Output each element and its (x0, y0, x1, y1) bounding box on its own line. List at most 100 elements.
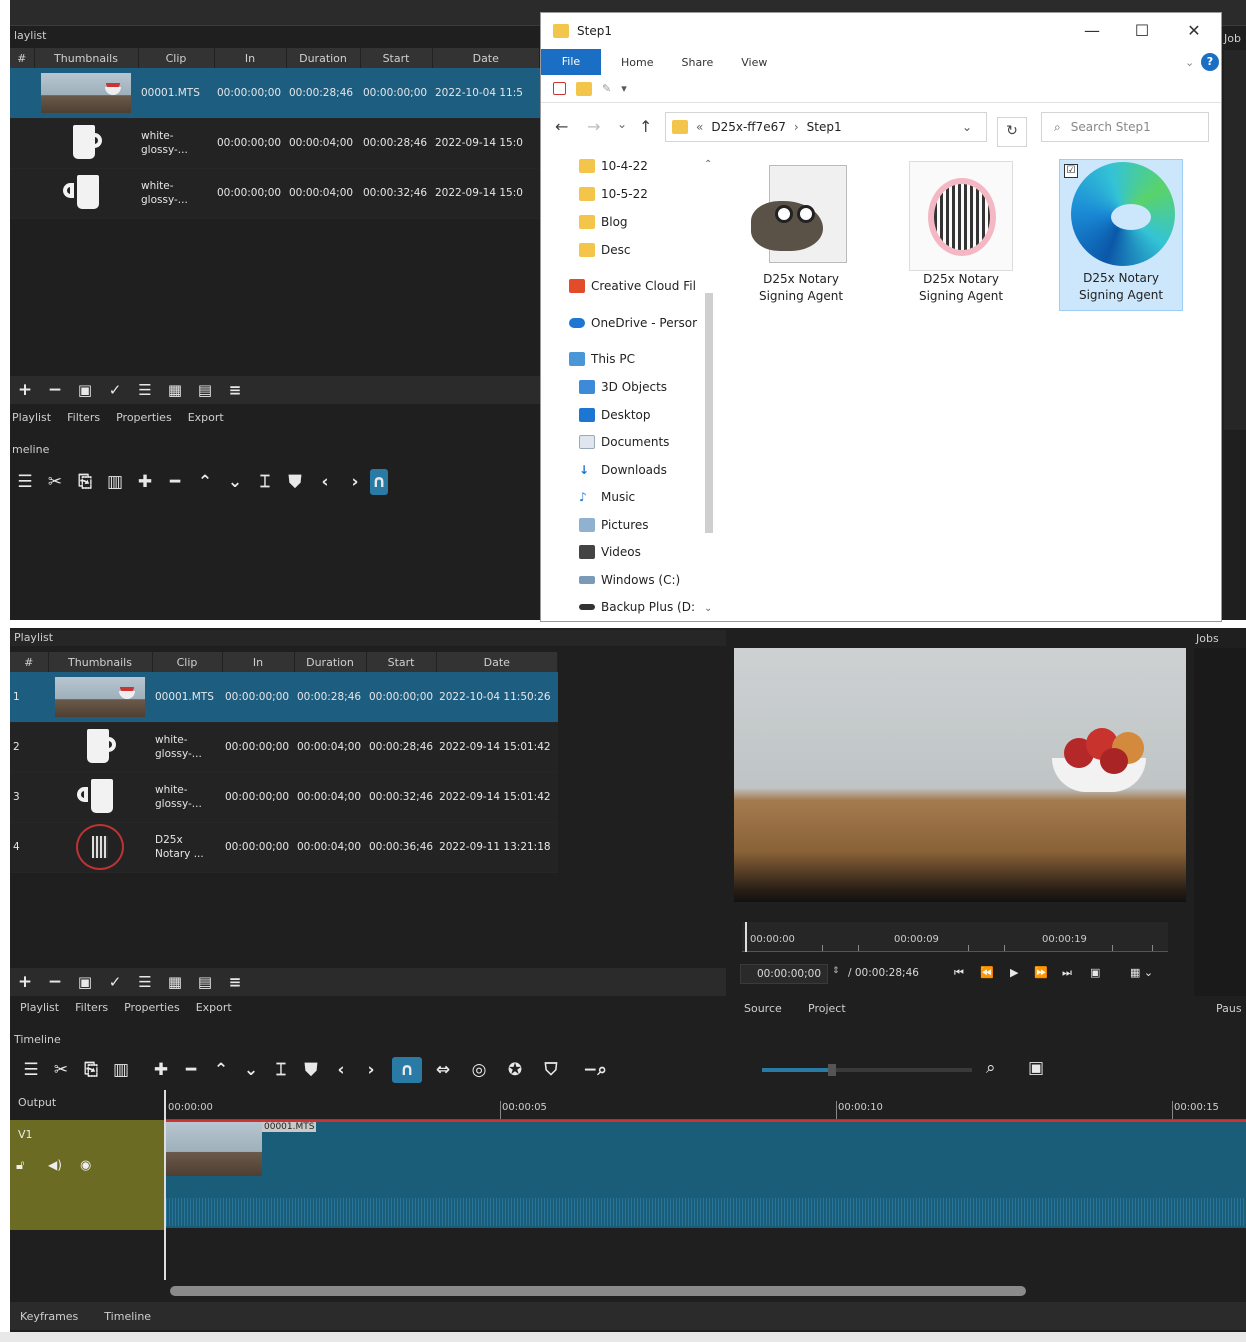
copy-icon[interactable]: ⎘ (70, 469, 100, 495)
tab-share[interactable]: Share (681, 56, 713, 69)
timeline-clip[interactable]: 00001.MTS (166, 1120, 1246, 1228)
copy-icon[interactable]: ⎘ (76, 1057, 106, 1083)
tab-filters[interactable]: Filters (59, 408, 108, 428)
split-icon[interactable]: ⌶ (250, 469, 280, 495)
zoom-fit-icon[interactable]: ▣ (1090, 966, 1100, 979)
table-row[interactable]: 1 00001.MTS 00:00:00;00 00:00:28;46 00:0… (10, 672, 558, 723)
help-icon[interactable]: ? (1201, 53, 1219, 71)
check-icon[interactable]: ✓ (100, 377, 130, 403)
table-row[interactable]: white-glossy-... 00:00:00;00 00:00:04;00… (10, 168, 540, 219)
tab-file[interactable]: File (541, 49, 601, 75)
zoom-slider-handle[interactable] (828, 1064, 836, 1076)
viewer-ruler[interactable]: 00:00:00 00:00:09 00:00:19 (742, 922, 1168, 952)
lift-icon[interactable]: ⌃ (190, 469, 220, 495)
tab-keyframes[interactable]: Keyframes (20, 1310, 78, 1323)
maximize-icon[interactable]: ☐ (1127, 21, 1157, 40)
col-thumbnails[interactable]: Thumbnails (34, 48, 139, 68)
prev-marker-icon[interactable]: ‹ (326, 1057, 356, 1083)
col-in[interactable]: In (222, 652, 295, 672)
nav-item[interactable]: Blog (579, 215, 628, 229)
pause-label[interactable]: Paus (1216, 1002, 1242, 1015)
zoom-slider[interactable] (762, 1064, 972, 1076)
col-in[interactable]: In (214, 48, 287, 68)
scrub-icon[interactable]: ⇔ (428, 1057, 458, 1083)
nav-item[interactable]: Documents (579, 435, 669, 449)
properties-icon[interactable] (553, 82, 566, 95)
marker-icon[interactable]: ⛊ (296, 1057, 326, 1083)
scroll-down-icon[interactable]: ⌄ (704, 603, 712, 614)
grid-icon[interactable]: ▦ ⌄ (1130, 966, 1153, 979)
tab-properties[interactable]: Properties (116, 998, 188, 1018)
nav-item[interactable]: Backup Plus (D: (579, 600, 701, 614)
add-icon[interactable]: + (10, 377, 40, 403)
track-header-v1[interactable]: V1 🔓︎ ◀) ◉ (10, 1120, 164, 1230)
nav-item[interactable]: Pictures (579, 518, 649, 532)
pin-icon[interactable]: ✎ (602, 82, 611, 95)
tab-playlist[interactable]: Playlist (4, 408, 59, 428)
tab-home[interactable]: Home (621, 56, 653, 69)
timeline-playhead[interactable] (164, 1090, 166, 1280)
file-item[interactable]: D25x Notary Signing Agent (897, 161, 1025, 311)
list-view-icon[interactable]: ☰ (130, 377, 160, 403)
skip-start-icon[interactable]: ⏮ (954, 966, 964, 980)
search-input[interactable]: Search Step1 (1071, 120, 1151, 134)
update-icon[interactable]: ▣ (70, 377, 100, 403)
next-marker-icon[interactable]: › (356, 1057, 386, 1083)
nav-scrollbar[interactable]: ⌃ ⌄ (701, 159, 717, 614)
list-view-icon[interactable]: ☰ (130, 969, 160, 995)
timeline-ruler[interactable]: 00:00:00 00:00:05 00:00:10 00:00:15 (166, 1090, 1246, 1120)
add-icon[interactable]: + (10, 969, 40, 995)
skip-end-icon[interactable]: ⏭ (1062, 966, 1072, 980)
tab-properties[interactable]: Properties (108, 408, 180, 428)
remove-icon[interactable]: − (40, 969, 70, 995)
nav-item[interactable]: ↓ Downloads (579, 463, 667, 477)
col-num[interactable]: # (10, 652, 49, 672)
nav-item[interactable]: Desc (579, 243, 630, 257)
tab-filters[interactable]: Filters (67, 998, 116, 1018)
col-duration[interactable]: Duration (294, 652, 367, 672)
table-row[interactable]: white-glossy-... 00:00:00;00 00:00:04;00… (10, 118, 540, 169)
close-icon[interactable]: ✕ (1179, 21, 1209, 40)
nav-item[interactable]: 3D Objects (579, 380, 667, 394)
scrollbar-thumb[interactable] (705, 293, 713, 533)
file-item-selected[interactable]: ☑ D25x Notary Signing Agent (1059, 159, 1183, 311)
qat-customize-icon[interactable]: ▾ (621, 82, 627, 95)
timecode-input[interactable]: 00:00:00;00 (740, 964, 828, 984)
up-icon[interactable]: ↑ (639, 117, 652, 136)
nav-item[interactable]: OneDrive - Persor (569, 316, 701, 330)
cut-icon[interactable]: ✂ (46, 1057, 76, 1083)
table-row[interactable]: 4 D25x Notary ... 00:00:00;00 00:00:04;0… (10, 822, 558, 873)
tab-playlist[interactable]: Playlist (12, 998, 67, 1018)
append-icon[interactable]: ✚ (146, 1057, 176, 1083)
col-date[interactable]: Date (432, 48, 540, 68)
search-box[interactable]: ⌕ Search Step1 (1041, 112, 1209, 142)
append-icon[interactable]: ✚ (130, 469, 160, 495)
next-marker-icon[interactable]: › (340, 469, 370, 495)
timeline-scrollbar[interactable] (170, 1286, 1026, 1296)
ripple-markers-icon[interactable]: ⛉ (536, 1057, 566, 1083)
col-clip[interactable]: Clip (138, 48, 215, 68)
timeline-menu-icon[interactable]: ☰ (10, 469, 40, 495)
recent-locations-icon[interactable]: ⌄ (617, 117, 627, 131)
timeline-menu-icon[interactable]: ☰ (16, 1057, 46, 1083)
table-row[interactable]: 3 white-glossy-... 00:00:00;00 00:00:04;… (10, 772, 558, 823)
rewind-icon[interactable]: ⏪ (980, 966, 994, 979)
tab-view[interactable]: View (741, 56, 767, 69)
ripple-all-icon[interactable]: ✪ (500, 1057, 530, 1083)
nav-item[interactable]: 10-5-22 (579, 187, 648, 201)
ribbon-expand-icon[interactable]: ⌄ (1185, 56, 1194, 69)
tab-project[interactable]: Project (808, 1002, 846, 1015)
snap-icon[interactable]: ∩ (370, 469, 388, 495)
tab-source[interactable]: Source (744, 1002, 782, 1015)
ripple-icon[interactable]: ◎ (464, 1057, 494, 1083)
col-clip[interactable]: Clip (152, 652, 223, 672)
ripple-delete-icon[interactable]: ━ (160, 469, 190, 495)
lift-icon[interactable]: ⌃ (206, 1057, 236, 1083)
play-icon[interactable]: ▶ (1010, 966, 1018, 979)
minimize-icon[interactable]: — (1077, 21, 1107, 40)
snap-icon[interactable]: ∩ (392, 1057, 422, 1083)
col-start[interactable]: Start (360, 48, 433, 68)
nav-item[interactable]: Videos (579, 545, 641, 559)
icon-view-icon[interactable]: ▤ (190, 969, 220, 995)
check-icon[interactable]: ✓ (100, 969, 130, 995)
